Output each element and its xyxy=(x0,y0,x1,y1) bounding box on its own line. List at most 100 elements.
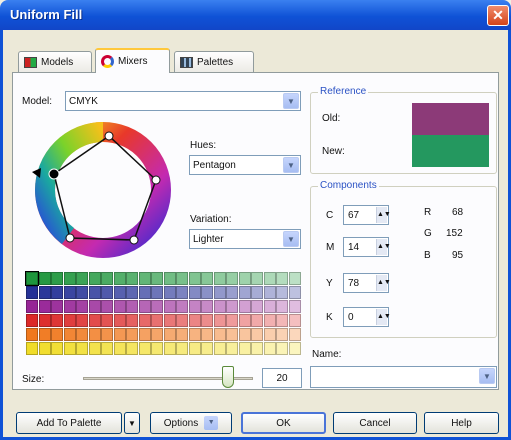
size-input[interactable]: 20 xyxy=(262,368,302,388)
swatch-cell[interactable] xyxy=(238,286,251,299)
swatch-cell[interactable] xyxy=(126,342,138,355)
swatch-cell[interactable] xyxy=(201,342,213,355)
swatch-cell[interactable] xyxy=(276,342,288,355)
swatch-cell[interactable] xyxy=(138,286,151,299)
spin-arrows-icon[interactable]: ▲▼ xyxy=(376,309,391,325)
swatch-cell[interactable] xyxy=(138,342,151,355)
swatch-cell[interactable] xyxy=(138,272,151,285)
swatch-cell[interactable] xyxy=(26,342,38,355)
swatch-cell[interactable] xyxy=(226,328,238,341)
swatch-cell[interactable] xyxy=(201,314,213,327)
swatch-cell[interactable] xyxy=(113,300,126,313)
swatch-cell[interactable] xyxy=(226,300,238,313)
swatch-cell[interactable] xyxy=(251,300,263,313)
swatch-cell[interactable] xyxy=(138,300,151,313)
swatch-cell[interactable] xyxy=(176,300,188,313)
swatch-cell[interactable] xyxy=(151,300,163,313)
tab-palettes[interactable]: Palettes xyxy=(174,51,254,72)
swatch-cell[interactable] xyxy=(38,342,51,355)
swatch-cell[interactable] xyxy=(101,286,113,299)
swatch-cell[interactable] xyxy=(126,314,138,327)
help-button[interactable]: Help xyxy=(424,412,499,434)
swatch-cell[interactable] xyxy=(251,328,263,341)
m-input[interactable]: 14 ▲▼ xyxy=(343,237,391,257)
chevron-down-icon[interactable]: ▼ xyxy=(283,93,299,109)
swatch-cell[interactable] xyxy=(101,314,113,327)
swatch-cell[interactable] xyxy=(38,272,51,285)
swatch-cell[interactable] xyxy=(88,328,101,341)
swatch-cell[interactable] xyxy=(76,328,88,341)
swatch-cell[interactable] xyxy=(51,314,63,327)
swatch-cell[interactable] xyxy=(213,314,226,327)
swatch-cell[interactable] xyxy=(176,328,188,341)
swatch-cell[interactable] xyxy=(113,342,126,355)
tab-mixers[interactable]: Mixers xyxy=(95,48,170,73)
swatch-cell[interactable] xyxy=(38,328,51,341)
swatch-cell[interactable] xyxy=(126,272,138,285)
swatch-cell[interactable] xyxy=(213,328,226,341)
swatch-cell[interactable] xyxy=(151,286,163,299)
swatch-cell[interactable] xyxy=(138,328,151,341)
cancel-button[interactable]: Cancel xyxy=(333,412,417,434)
swatch-cell[interactable] xyxy=(63,272,76,285)
swatch-cell[interactable] xyxy=(63,300,76,313)
swatch-cell[interactable] xyxy=(288,328,301,341)
swatch-cell[interactable] xyxy=(238,328,251,341)
swatch-cell[interactable] xyxy=(226,342,238,355)
swatch-cell[interactable] xyxy=(126,286,138,299)
swatch-cell[interactable] xyxy=(176,314,188,327)
name-input[interactable]: ▼ xyxy=(310,366,497,388)
swatch-cell[interactable] xyxy=(251,272,263,285)
chevron-down-icon[interactable]: ▼ xyxy=(283,231,299,247)
swatch-cell[interactable] xyxy=(163,314,176,327)
swatch-cell[interactable] xyxy=(213,272,226,285)
swatch-cell[interactable] xyxy=(126,328,138,341)
spin-arrows-icon[interactable]: ▲▼ xyxy=(376,275,391,291)
swatch-cell[interactable] xyxy=(288,300,301,313)
swatch-cell[interactable] xyxy=(101,300,113,313)
swatch-cell[interactable] xyxy=(238,300,251,313)
swatch-cell[interactable] xyxy=(38,300,51,313)
swatch-cell[interactable] xyxy=(151,314,163,327)
swatch-cell[interactable] xyxy=(213,286,226,299)
swatch-cell[interactable] xyxy=(226,272,238,285)
swatch-cell[interactable] xyxy=(51,300,63,313)
swatch-cell[interactable] xyxy=(201,328,213,341)
swatch-cell[interactable] xyxy=(276,314,288,327)
swatch-cell[interactable] xyxy=(263,342,276,355)
size-slider-thumb[interactable] xyxy=(221,366,234,388)
swatch-cell[interactable] xyxy=(163,328,176,341)
swatch-cell[interactable] xyxy=(188,328,201,341)
swatch-cell[interactable] xyxy=(201,300,213,313)
swatch-cell[interactable] xyxy=(25,271,39,286)
hues-select[interactable]: Pentagon ▼ xyxy=(189,155,301,175)
swatch-cell[interactable] xyxy=(76,314,88,327)
model-select[interactable]: CMYK ▼ xyxy=(65,91,301,111)
swatch-cell[interactable] xyxy=(176,272,188,285)
swatch-cell[interactable] xyxy=(63,314,76,327)
swatch-cell[interactable] xyxy=(263,272,276,285)
swatch-cell[interactable] xyxy=(176,342,188,355)
swatch-cell[interactable] xyxy=(276,328,288,341)
swatch-grid[interactable] xyxy=(25,271,301,358)
swatch-cell[interactable] xyxy=(101,272,113,285)
swatch-cell[interactable] xyxy=(88,314,101,327)
swatch-cell[interactable] xyxy=(38,314,51,327)
swatch-cell[interactable] xyxy=(288,272,301,285)
swatch-cell[interactable] xyxy=(88,286,101,299)
swatch-cell[interactable] xyxy=(251,314,263,327)
swatch-cell[interactable] xyxy=(76,342,88,355)
chevron-down-icon[interactable]: ▼ xyxy=(283,157,299,173)
swatch-cell[interactable] xyxy=(38,286,51,299)
c-input[interactable]: 67 ▲▼ xyxy=(343,205,391,225)
swatch-cell[interactable] xyxy=(238,314,251,327)
swatch-cell[interactable] xyxy=(188,286,201,299)
swatch-cell[interactable] xyxy=(113,328,126,341)
swatch-cell[interactable] xyxy=(213,300,226,313)
swatch-cell[interactable] xyxy=(276,286,288,299)
swatch-cell[interactable] xyxy=(251,342,263,355)
swatch-cell[interactable] xyxy=(213,342,226,355)
swatch-cell[interactable] xyxy=(238,272,251,285)
swatch-cell[interactable] xyxy=(63,328,76,341)
chevron-down-icon[interactable]: ▼ xyxy=(479,368,495,384)
